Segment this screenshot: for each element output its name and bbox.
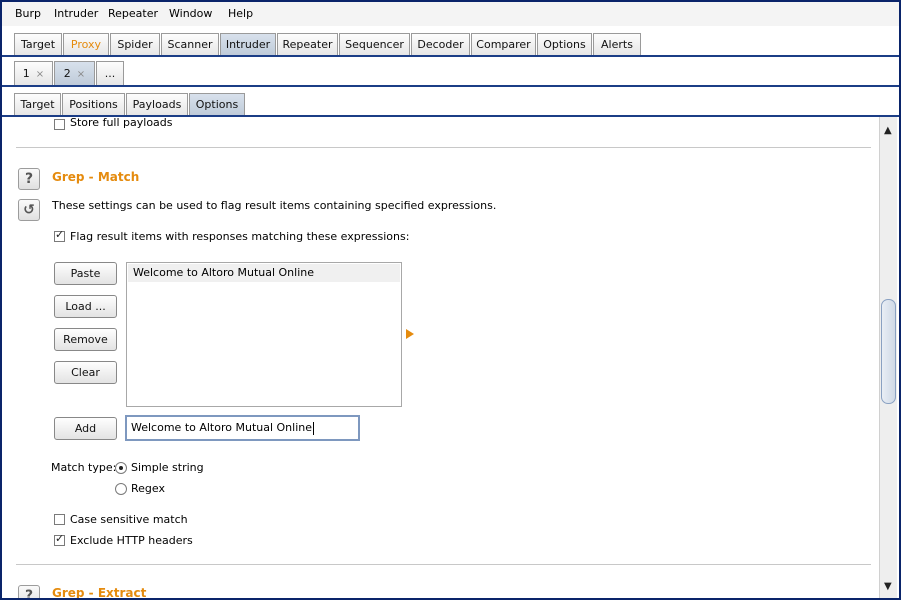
grep-extract-title: Grep - Extract [52,586,147,598]
scroll-down-icon[interactable]: ▼ [884,581,892,592]
section-divider [16,564,871,565]
attack-tab-1-label: 1 [22,67,30,80]
tab-scanner[interactable]: Scanner [161,33,219,55]
subtab-options[interactable]: Options [189,93,245,115]
tab-sequencer[interactable]: Sequencer [339,33,410,55]
tab-intruder[interactable]: Intruder [220,33,276,55]
subtab-positions[interactable]: Positions [62,93,125,115]
store-full-payloads-label: Store full payloads [70,117,173,129]
case-sensitive-label: Case sensitive match [70,513,188,526]
text-caret [313,421,315,435]
new-attack-tab[interactable]: ... [96,61,124,85]
section-divider [16,147,871,148]
menu-window[interactable]: Window [169,7,212,20]
match-expressions-list[interactable]: Welcome to Altoro Mutual Online [126,262,402,407]
exclude-headers-label: Exclude HTTP headers [70,534,193,547]
tab-spider[interactable]: Spider [110,33,160,55]
regex-radio[interactable] [115,483,127,495]
close-icon[interactable]: × [36,69,44,80]
attack-tab-bar: 1 × 2 × ... [2,57,899,87]
grep-match-title: Grep - Match [52,170,140,184]
tab-target[interactable]: Target [14,33,62,55]
menu-intruder[interactable]: Intruder [54,7,98,20]
expand-arrow-icon[interactable] [406,329,414,339]
attack-tab-2-label: 2 [63,67,71,80]
tab-repeater[interactable]: Repeater [277,33,338,55]
tab-decoder[interactable]: Decoder [411,33,470,55]
intruder-sub-tab-bar: Target Positions Payloads Options [2,88,899,117]
menu-bar: Burp Intruder Repeater Window Help [2,2,899,26]
remove-button[interactable]: Remove [54,328,117,351]
expression-input-value: Welcome to Altoro Mutual Online [131,421,313,434]
help-icon[interactable]: ? [18,168,40,190]
help-icon[interactable]: ? [18,585,40,598]
scroll-thumb[interactable] [881,299,896,404]
load-button[interactable]: Load ... [54,295,117,318]
attack-tab-1[interactable]: 1 × [14,61,53,85]
reset-icon[interactable]: ↺ [18,199,40,221]
flag-results-checkbox[interactable] [54,228,65,242]
tab-options[interactable]: Options [537,33,592,55]
flag-results-label: Flag result items with responses matchin… [70,230,410,243]
tab-proxy[interactable]: Proxy [63,33,109,55]
regex-label: Regex [131,482,165,495]
case-sensitive-checkbox[interactable] [54,514,65,525]
options-panel: Store full payloads ? ↺ Grep - Match The… [2,117,879,598]
simple-string-radio[interactable] [115,462,127,474]
tab-comparer[interactable]: Comparer [471,33,536,55]
simple-string-label: Simple string [131,461,204,474]
expression-input[interactable]: Welcome to Altoro Mutual Online [125,415,360,441]
paste-button[interactable]: Paste [54,262,117,285]
store-full-payloads-checkbox[interactable] [54,119,65,130]
add-button[interactable]: Add [54,417,117,440]
grep-match-description: These settings can be used to flag resul… [52,199,497,212]
close-icon[interactable]: × [77,69,85,80]
main-tab-bar: Target Proxy Spider Scanner Intruder Rep… [2,26,899,57]
burp-window: Burp Intruder Repeater Window Help Targe… [0,0,901,600]
vertical-scrollbar[interactable]: ▲ ▼ [879,117,897,598]
clear-button[interactable]: Clear [54,361,117,384]
subtab-target[interactable]: Target [14,93,61,115]
menu-help[interactable]: Help [228,7,253,20]
tab-alerts[interactable]: Alerts [593,33,641,55]
list-item[interactable]: Welcome to Altoro Mutual Online [128,264,400,282]
attack-tab-2[interactable]: 2 × [54,61,95,85]
match-type-label: Match type: [51,461,117,474]
exclude-headers-checkbox[interactable] [54,532,65,546]
menu-repeater[interactable]: Repeater [108,7,158,20]
subtab-payloads[interactable]: Payloads [126,93,188,115]
menu-burp[interactable]: Burp [15,7,41,20]
scroll-up-icon[interactable]: ▲ [884,125,892,136]
